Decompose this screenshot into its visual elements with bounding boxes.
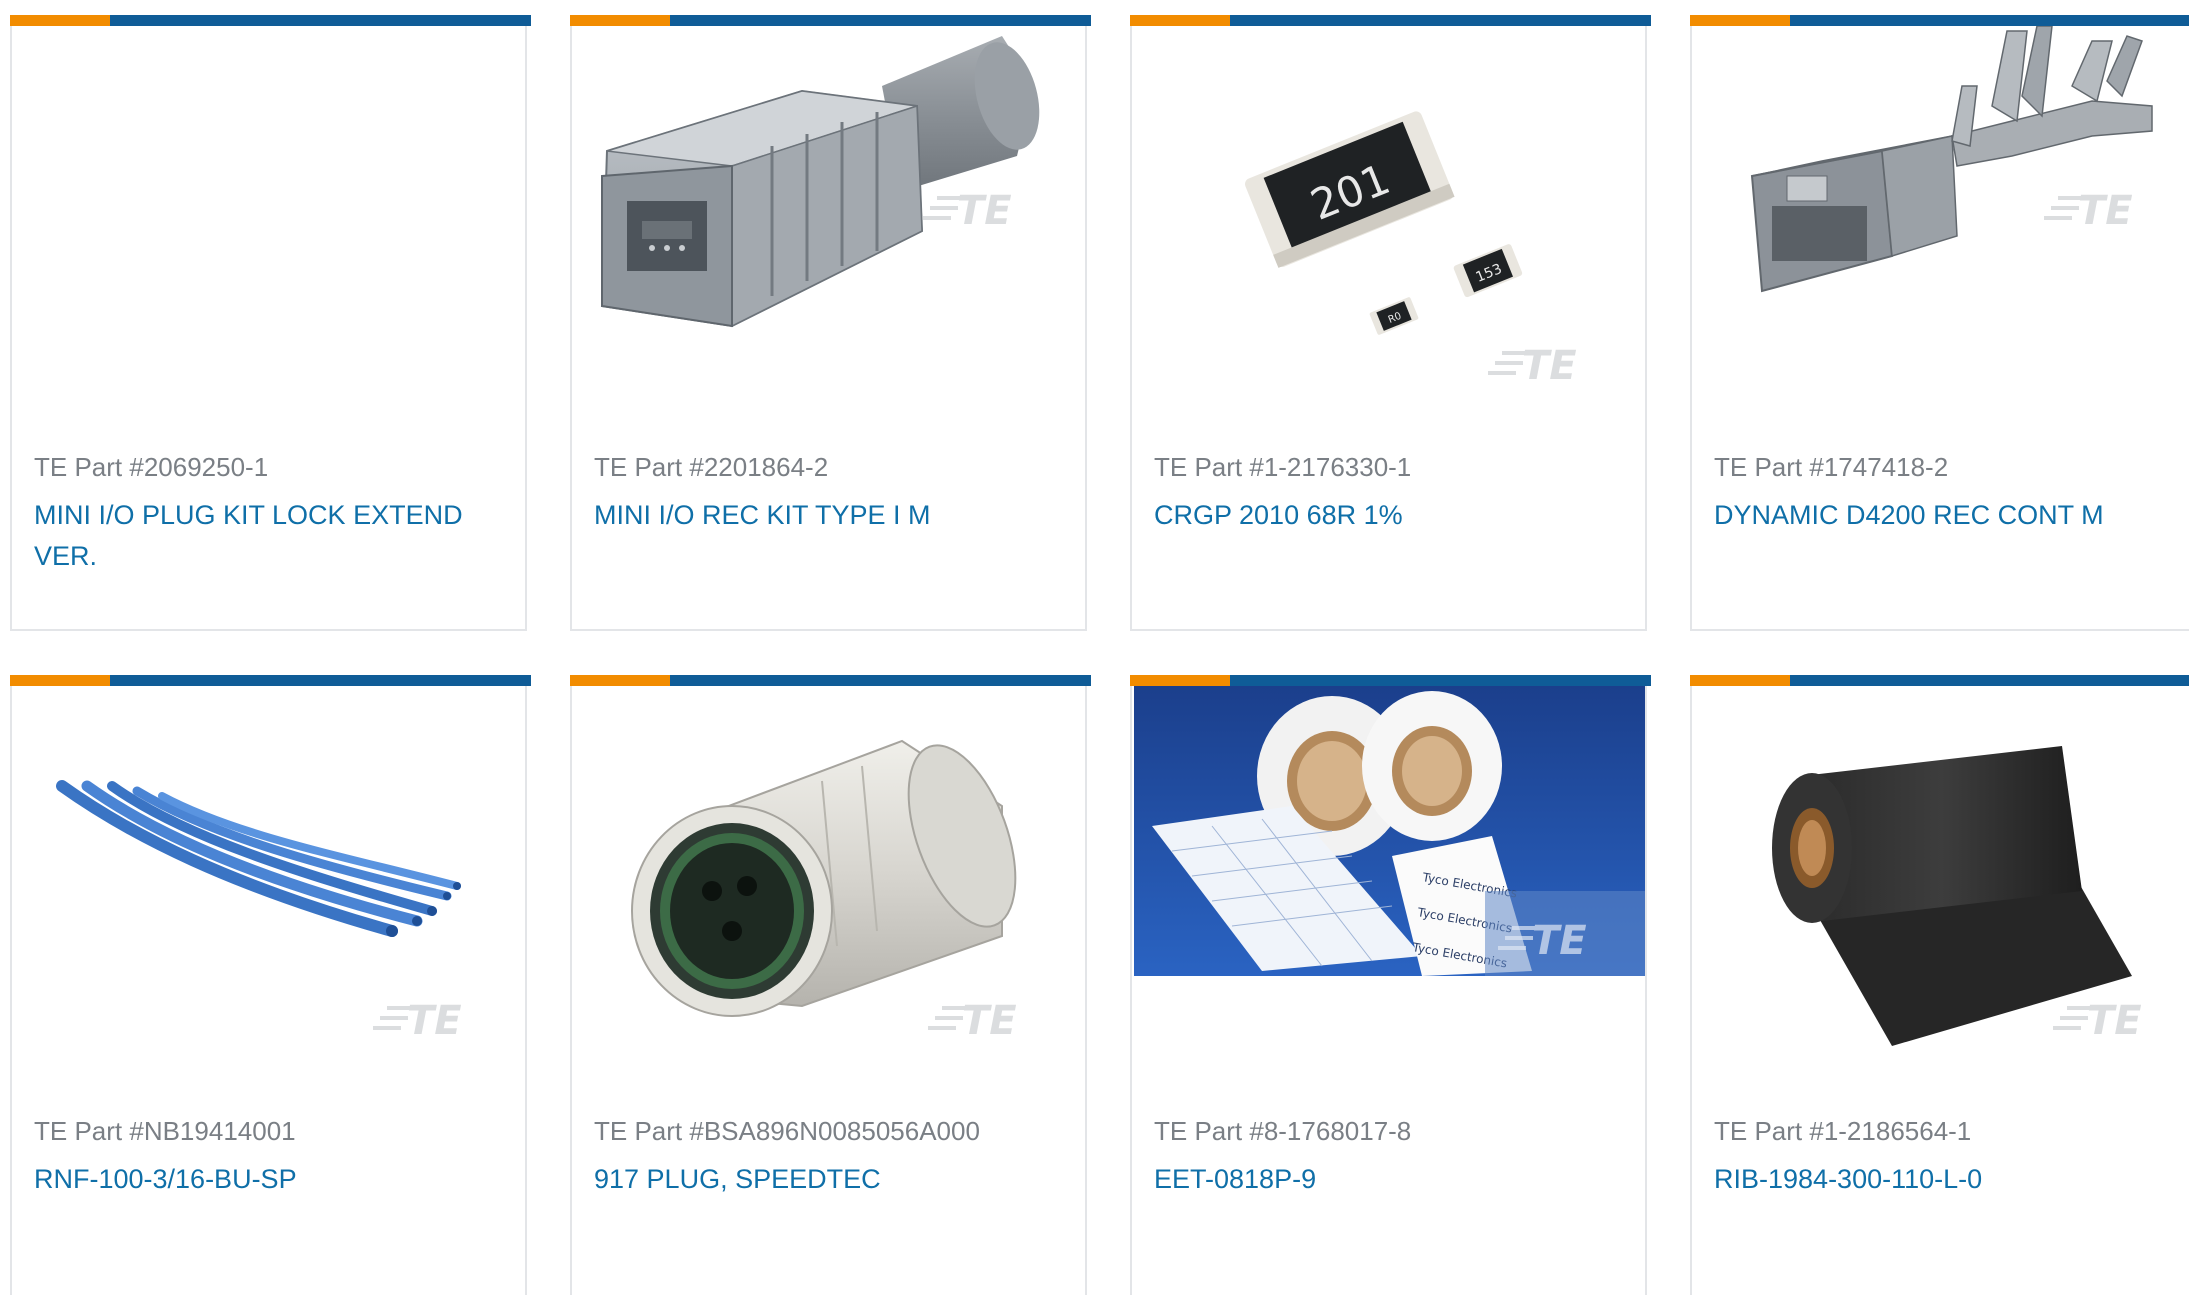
svg-text:TE: TE xyxy=(962,998,1017,1044)
resistor-chip-image: 201 153 R0 TE xyxy=(1245,111,1577,389)
part-number: TE Part #1-2186564-1 xyxy=(1714,1116,1972,1146)
product-image[interactable]: TE xyxy=(1692,26,2189,446)
part-number: TE Part #NB19414001 xyxy=(34,1116,296,1146)
svg-text:TE: TE xyxy=(407,998,462,1044)
svg-text:TE: TE xyxy=(1532,918,1587,964)
product-name-link[interactable]: EET-0818P-9 xyxy=(1154,1159,1624,1200)
card-accent-bar xyxy=(1130,15,1651,26)
part-number: TE Part #2201864-2 xyxy=(594,452,829,482)
svg-text:TE: TE xyxy=(2087,998,2142,1044)
product-card[interactable]: TE TE Part #2201864-2 MINI I/O REC KIT T… xyxy=(570,15,1091,631)
product-name-link[interactable]: RNF-100-3/16-BU-SP xyxy=(34,1159,504,1200)
card-accent-bar xyxy=(10,675,531,686)
product-image[interactable]: TE xyxy=(1692,686,2189,1106)
product-name-link[interactable]: MINI I/O REC KIT TYPE I M xyxy=(594,495,1064,536)
part-number: TE Part #2069250-1 xyxy=(34,452,269,482)
part-number: TE Part #1747418-2 xyxy=(1714,452,1949,482)
product-image[interactable]: TE xyxy=(12,686,525,1106)
card-accent-bar xyxy=(1690,15,2189,26)
product-card[interactable]: Tyco Electronics Tyco Electronics Tyco E… xyxy=(1130,675,1651,1295)
circular-connector-image: TE xyxy=(631,739,1017,1044)
product-name-link[interactable]: MINI I/O PLUG KIT LOCK EXTEND VER. xyxy=(34,495,504,577)
card-accent-bar xyxy=(570,675,1091,686)
ribbon-roll-image: TE xyxy=(1772,746,2142,1046)
label-rolls-image: Tyco Electronics Tyco Electronics Tyco E… xyxy=(1134,686,1645,976)
svg-text:TE: TE xyxy=(1522,343,1577,389)
svg-text:TE: TE xyxy=(957,188,1012,234)
product-image[interactable]: TE xyxy=(572,686,1085,1106)
product-image[interactable]: Tyco Electronics Tyco Electronics Tyco E… xyxy=(1132,686,1645,1106)
product-card[interactable]: TE TE Part #1747418-2 DYNAMIC D4200 REC … xyxy=(1690,15,2189,631)
product-card[interactable]: TE TE Part #BSA896N0085056A000 917 PLUG,… xyxy=(570,675,1091,1295)
svg-text:TE: TE xyxy=(2078,188,2133,234)
receptacle-contact-image: TE xyxy=(1750,26,2153,293)
product-image[interactable] xyxy=(12,26,525,446)
product-card[interactable]: TE TE Part #NB19414001 RNF-100-3/16-BU-S… xyxy=(10,675,531,1295)
product-name-link[interactable]: RIB-1984-300-110-L-0 xyxy=(1714,1159,2184,1200)
connector-plug-image: TE xyxy=(600,36,1040,328)
part-number: TE Part #1-2176330-1 xyxy=(1154,452,1412,482)
part-number: TE Part #8-1768017-8 xyxy=(1154,1116,1412,1146)
product-image[interactable]: 201 153 R0 TE xyxy=(1132,26,1645,446)
product-card[interactable]: 201 153 R0 TE TE Part #1-2176330-1 CRGP … xyxy=(1130,15,1651,631)
product-name-link[interactable]: 917 PLUG, SPEEDTEC xyxy=(594,1159,1064,1200)
card-accent-bar xyxy=(10,15,531,26)
heat-shrink-tubing-image: TE xyxy=(56,780,462,1044)
product-image[interactable]: TE xyxy=(572,26,1085,446)
card-accent-bar xyxy=(1690,675,2189,686)
product-name-link[interactable]: CRGP 2010 68R 1% xyxy=(1154,495,1624,536)
product-grid: TE Part #2069250-1 MINI I/O PLUG KIT LOC… xyxy=(0,0,2189,1295)
product-name-link[interactable]: DYNAMIC D4200 REC CONT M xyxy=(1714,495,2184,536)
product-card[interactable]: TE Part #2069250-1 MINI I/O PLUG KIT LOC… xyxy=(10,15,531,631)
card-accent-bar xyxy=(570,15,1091,26)
part-number: TE Part #BSA896N0085056A000 xyxy=(594,1116,980,1146)
product-card[interactable]: TE TE Part #1-2186564-1 RIB-1984-300-110… xyxy=(1690,675,2189,1295)
card-accent-bar xyxy=(1130,675,1651,686)
